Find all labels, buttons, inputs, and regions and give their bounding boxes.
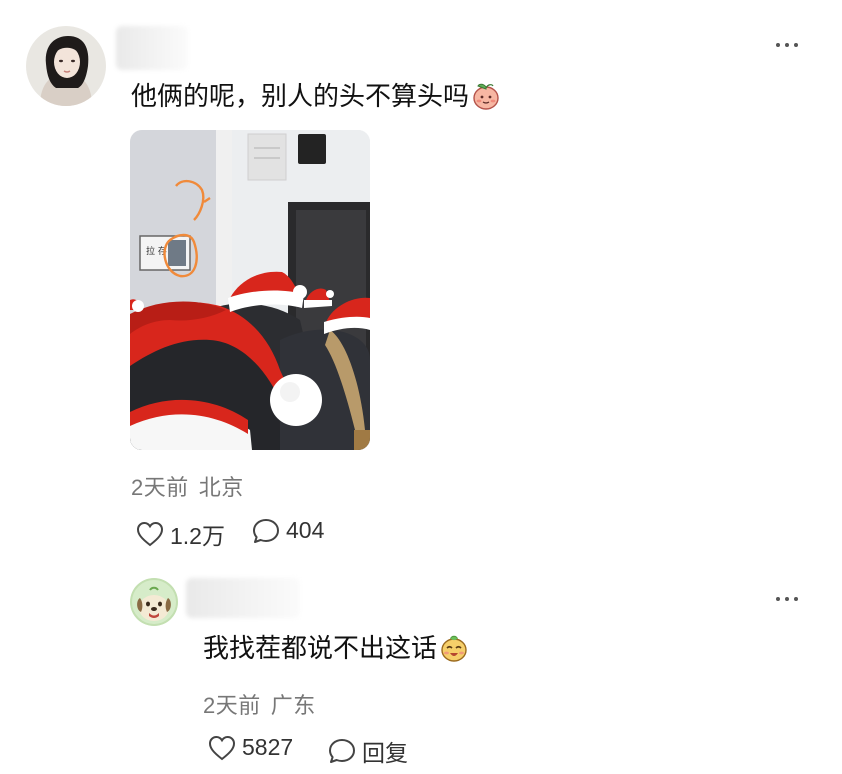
comment-meta: 2天前 北京 <box>131 470 244 502</box>
reply-time: 2天前 <box>203 693 261 718</box>
more-dot-icon <box>776 43 780 47</box>
comment-reply-button[interactable]: 404 <box>252 517 324 544</box>
reply-text: 我找茬都说不出这话 <box>203 633 438 663</box>
reply-location: 广东 <box>270 693 316 718</box>
smiling-face-emoji-icon <box>439 633 469 663</box>
commenter-name-blurred[interactable] <box>116 26 188 70</box>
comment-more-button[interactable] <box>776 43 798 47</box>
person-avatar-icon <box>26 26 106 106</box>
comment-location: 北京 <box>198 475 244 500</box>
reply-like-button[interactable]: 5827 <box>208 734 293 761</box>
comment-text-row: 他俩的呢，别人的头不算头吗 <box>131 80 501 112</box>
more-dot-icon <box>794 43 798 47</box>
reply-text-row: 我找茬都说不出这话 <box>203 632 469 664</box>
more-dot-icon <box>785 43 789 47</box>
reply-reply-button[interactable]: 回复 <box>328 734 408 768</box>
comment-reply-count: 404 <box>286 517 325 543</box>
peach-face-emoji-icon <box>471 81 501 111</box>
comment-like-button[interactable]: 1.2万 <box>136 517 225 551</box>
comment-like-count: 1.2万 <box>170 523 225 549</box>
replier-name-blurred[interactable] <box>186 578 300 618</box>
reply-meta: 2天前 广东 <box>203 688 316 720</box>
comment-photo[interactable]: 拉 存 <box>130 130 370 450</box>
more-dot-icon <box>794 597 798 601</box>
classroom-santa-hats-image: 拉 存 <box>130 130 370 450</box>
more-dot-icon <box>776 597 780 601</box>
comment-bubble-icon <box>329 739 355 763</box>
comment-time: 2天前 <box>131 475 189 500</box>
heart-icon <box>136 521 164 547</box>
heart-icon <box>208 735 236 760</box>
commenter-avatar[interactable] <box>26 26 106 106</box>
reply-like-count: 5827 <box>242 734 294 760</box>
reply-more-button[interactable] <box>776 597 798 601</box>
comment-text: 他俩的呢，别人的头不算头吗 <box>131 81 470 111</box>
comment-bubble-icon <box>253 518 279 543</box>
replier-avatar[interactable] <box>130 578 178 626</box>
reply-reply-label: 回复 <box>362 740 408 766</box>
cartoon-dog-avatar-icon <box>130 578 178 626</box>
more-dot-icon <box>785 597 789 601</box>
